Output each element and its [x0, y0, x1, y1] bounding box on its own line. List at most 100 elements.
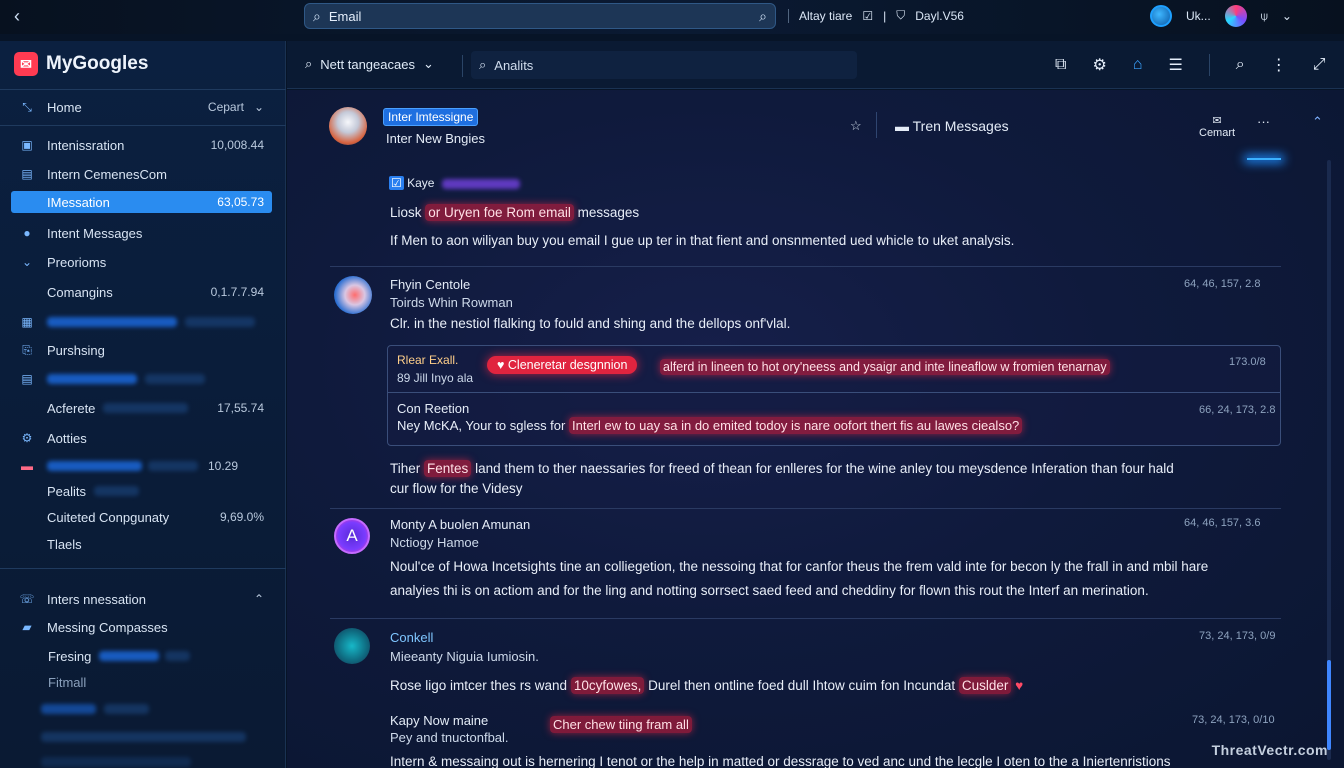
divider	[388, 392, 1280, 393]
sidebar-item-value: 10.29	[207, 459, 238, 473]
app-logo-icon: ✉	[14, 52, 38, 76]
sidebar-item-label: Fresing	[48, 648, 92, 664]
tag-label[interactable]: ▬ Tren Messages	[895, 118, 1009, 134]
sidebar-item-aotties[interactable]: ⚙ Aotties	[11, 427, 272, 449]
zoom-icon[interactable]: ⌕	[1236, 56, 1245, 74]
sidebar-item-label: Preorioms	[47, 254, 107, 270]
redacted-label	[148, 461, 198, 471]
user-icon: ●	[23, 226, 31, 240]
analytics-search[interactable]: ⌕ Analits	[471, 51, 857, 79]
sidebar-item-fresing[interactable]: Fresing	[11, 645, 272, 667]
user-label[interactable]: Uk...	[1186, 9, 1211, 23]
message-avatar[interactable]: A	[334, 518, 370, 554]
sidebar-item-value: 17,55.74	[217, 401, 264, 415]
sidebar-item-messing-compasses[interactable]: ▰ Messing Compasses	[11, 616, 272, 638]
back-arrow-icon[interactable]: ‹	[14, 6, 20, 27]
redacted-label	[47, 374, 137, 384]
sidebar-item-imessation[interactable]: IMessation 63,05.73	[11, 191, 272, 213]
sidebar-item-intern-cemenescom[interactable]: ▤ Intern CemenesCom	[11, 163, 272, 185]
message-avatar[interactable]	[334, 276, 372, 314]
profile-avatar[interactable]	[1224, 5, 1247, 27]
scroll-up-icon[interactable]: ⌃	[1312, 114, 1323, 130]
redacted-label	[99, 651, 160, 661]
sidebar-item-tlaels[interactable]: Tlaels	[11, 533, 272, 555]
search-input[interactable]	[328, 8, 760, 24]
divider	[788, 8, 789, 23]
notification-icon[interactable]: ⍦	[1261, 9, 1268, 24]
user-area: Uk... ⍦ ⌄	[1150, 5, 1292, 27]
sidebar-item-comangins[interactable]: Comangins 0,1.7.7.94	[11, 281, 272, 303]
chevron-down-icon[interactable]: ⌄	[1282, 9, 1292, 23]
toolbar-icons: ⧉ ⚙ ⌂ ☰ ⌕ ⋮ ⤢	[1055, 54, 1326, 76]
gear-icon[interactable]: ⚙	[1092, 55, 1106, 75]
redacted-label	[145, 374, 205, 384]
mail-icon: ✉	[1212, 115, 1222, 127]
brand[interactable]: ✉ MyGoogles	[14, 52, 148, 76]
search-icon: ⌕	[313, 7, 321, 24]
card-body: Ney McKA, Your to sgless for Interl ew t…	[397, 417, 1023, 434]
star-icon[interactable]: ☆	[850, 118, 862, 134]
watermark: ThreatVectr.com	[1211, 742, 1328, 758]
sidebar-item-intenissration[interactable]: ▣ Intenissration 10,008.44	[11, 134, 272, 156]
message-tag[interactable]: Cher chew tiing fram all	[550, 716, 692, 733]
sidebar-item-blurred-6[interactable]	[11, 751, 272, 768]
thread-sender: Inter New Bngies	[386, 131, 485, 146]
home-dropdown[interactable]: Cepart ⌄	[208, 100, 264, 114]
search-icon: ⌕	[479, 57, 487, 72]
alias-label[interactable]: Altay tiare	[799, 9, 852, 23]
pinned-row[interactable]: ☑ Kaye	[389, 176, 520, 190]
filter-dropdown[interactable]: ⌕ Nett tangeacaes ⌄	[305, 56, 434, 72]
sidebar-item-blurred-5[interactable]	[11, 726, 272, 748]
sidebar-item-blurred-2[interactable]: ▤	[11, 368, 272, 390]
highlight: or Uryen foe Rom email	[425, 204, 574, 221]
search-bar[interactable]: ⌕ ⌕	[304, 3, 776, 29]
expand-icon[interactable]: ⤢	[1313, 56, 1326, 74]
more-vertical-icon[interactable]: ⋮	[1271, 55, 1287, 75]
shield-icon: ⛉	[896, 8, 906, 22]
sidebar-item-blurred-4[interactable]	[11, 698, 272, 720]
more-icon[interactable]: ···	[1257, 114, 1270, 129]
compose-icon[interactable]: ⧉	[1055, 56, 1066, 74]
scrollbar-thumb[interactable]	[1327, 660, 1331, 750]
sidebar-item-cuiteted-conpgunaty[interactable]: Cuiteted Conpgunaty 9,69.0%	[11, 506, 272, 528]
after-cards-line-2: cur flow for the Videsy	[390, 481, 523, 496]
home-notify-icon[interactable]: ⌂	[1133, 56, 1143, 74]
divider	[330, 266, 1281, 267]
right-action[interactable]: ✉ Cemart	[1199, 114, 1235, 139]
redacted-label	[103, 403, 189, 413]
collapse-icon[interactable]: ⌃	[254, 592, 264, 606]
sidebar-item-pealits[interactable]: Pealits	[11, 480, 272, 502]
sender-avatar[interactable]	[329, 107, 367, 145]
sidebar-item-home[interactable]: ⤡ Home Cepart ⌄	[11, 96, 272, 118]
thread-badge: Inter Imtessigne	[383, 108, 479, 126]
device-label[interactable]: Dayl.V56	[915, 9, 964, 23]
menu-icon[interactable]: ☰	[1168, 55, 1182, 75]
sidebar-item-label: IMessation	[47, 194, 110, 210]
checkbox-icon[interactable]: ☑	[862, 9, 873, 23]
sidebar-item-label: Fitmall	[48, 674, 87, 690]
account-avatar[interactable]	[1150, 5, 1172, 27]
checkbox-icon[interactable]: ☑	[389, 176, 404, 190]
sidebar-item-preorioms[interactable]: ⌄ Preorioms	[11, 251, 272, 273]
expand-chevron-icon[interactable]: ⌄	[19, 255, 35, 269]
message-subject: Nctiogy Hamoe	[390, 535, 479, 550]
sidebar-item-value: 63,05.73	[217, 195, 264, 209]
divider	[0, 89, 286, 90]
redacted-label	[47, 317, 177, 327]
message-body-line-2: analyies thi is on actiom and for the li…	[390, 583, 1149, 598]
card-tag-pill[interactable]: ♥ Cleneretar desgnnion	[487, 356, 638, 374]
sidebar-item-inters-nnessation[interactable]: ☏ Inters nnessation ⌃	[11, 588, 272, 610]
bookmark-icon: ⎘	[22, 342, 32, 357]
sidebar-item-acferete[interactable]: Acferete 17,55.74	[11, 397, 272, 419]
search-submit-icon[interactable]: ⌕	[759, 8, 767, 25]
redacted-label	[41, 732, 246, 742]
search-icon: ⌕	[305, 56, 313, 71]
sidebar-item-blurred-3[interactable]: ▬ 10.29	[11, 455, 272, 477]
message-avatar[interactable]	[334, 628, 370, 664]
sidebar-item-blurred-1[interactable]: ▦	[11, 311, 272, 333]
divider	[330, 618, 1281, 619]
brand-name: MyGoogles	[46, 53, 149, 74]
sidebar-item-purshsing[interactable]: ⎘ Purshsing	[11, 339, 272, 361]
sidebar-item-intent-messages[interactable]: ● Intent Messages	[11, 222, 272, 244]
sidebar-item-fitmall[interactable]: Fitmall	[11, 671, 272, 693]
